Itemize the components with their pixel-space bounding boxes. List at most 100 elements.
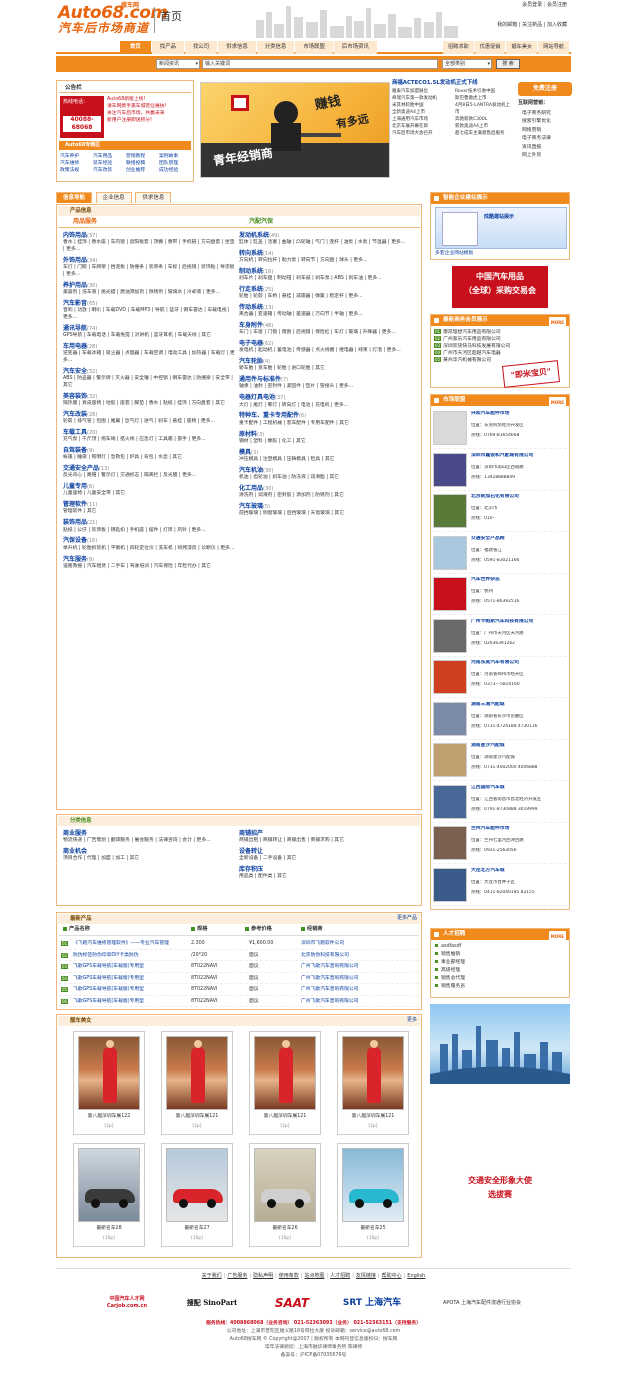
partner-logo[interactable]: 中国汽车人才网 Carjob.com.cn <box>92 1296 162 1310</box>
category-link[interactable]: 汽保设备 <box>63 537 87 544</box>
subcategory-links[interactable]: 物流快递 | 广告策划 | 翻译服务 | 展会服务 | 法律咨询 | 会计 | … <box>63 838 235 845</box>
league-item[interactable]: 湖南三湘汽配城 位置：湖南省长沙市岳麓区 热线：0731-4724188 47301… <box>433 700 567 740</box>
footer-link[interactable]: 友情链接 <box>356 1273 376 1279</box>
news-item[interactable]: 超七成车主满意售后服务 <box>455 131 514 138</box>
partner-logo[interactable]: APOTA 上海汽车配件流通行业协会 <box>422 1300 542 1307</box>
league-name[interactable]: 交通安全产品网 <box>471 536 567 542</box>
category-link[interactable]: 美容装饰 <box>63 393 87 400</box>
gallery-item[interactable]: 第八届深圳车展121 [2p] <box>249 1031 321 1135</box>
subcategory-links[interactable]: 音响 | 功放 | 喇叭 | 车载DVD | 车载MP3 | 导航 | 蓝牙 |… <box>63 308 235 322</box>
subcategory-links[interactable]: 车灯 | 门碗 | 车牌架 | 挡泥板 | 防撞条 | 装饰条 | 车标 | 后… <box>63 265 235 279</box>
footer-link[interactable]: 关于我们 <box>202 1273 222 1279</box>
news-item[interactable]: 4月8日5-LANTRA发动机上市 <box>455 103 514 117</box>
gallery-more-link[interactable]: 更多 <box>407 1017 417 1024</box>
gallery-item[interactable]: 第八届深圳车展121 [2p] <box>337 1031 409 1135</box>
nav-promo[interactable]: 优惠促销 <box>474 41 506 54</box>
category-link[interactable]: 汽车轮胎 <box>239 358 263 365</box>
gallery-caption[interactable]: 第八届深圳车展121 <box>250 1114 320 1120</box>
league-name[interactable]: 兴和汽车配件市场 <box>471 411 567 417</box>
job-item[interactable]: 高级经理 <box>435 967 565 975</box>
category-link[interactable]: 交通安全产品 <box>63 465 99 472</box>
more-badge[interactable]: MORE <box>548 317 566 328</box>
gallery-item[interactable]: 最新名车28 [10p] <box>73 1143 145 1247</box>
nav-news[interactable]: 后市场资讯 <box>333 41 377 54</box>
product-name[interactable]: 飞歌GPS车载导航(车载版)专用型 <box>73 961 144 972</box>
subcategory-links[interactable]: 儿童座椅 | 儿童安全带 | 其它 <box>63 491 235 498</box>
topic-link[interactable]: 联络投稿 <box>126 160 159 167</box>
subcategory-links[interactable]: 道路救援 | 汽车租赁 | 二手车 | 驾驶培训 | 汽车保险 | 年检代办 |… <box>63 564 235 571</box>
subcategory-links[interactable]: 发电机 | 起动机 | 蓄电池 | 传感器 | 点火线圈 | 继电器 | 线束 … <box>239 348 415 355</box>
tab-nav[interactable]: 信息导航 <box>56 192 93 203</box>
city-ad-image[interactable] <box>430 1004 570 1084</box>
footer-link[interactable]: 人才招聘 <box>330 1273 350 1279</box>
league-item[interactable]: 河南东昊汽车有限公司 位置：河南省郑州市经开区 热线：0373---5810160 <box>433 658 567 698</box>
more-badge[interactable]: MORE <box>548 397 566 408</box>
nav-companies[interactable]: 找公司 <box>184 41 218 54</box>
league-name[interactable]: 湖南星沙汽配城 <box>471 743 567 749</box>
search-button[interactable]: 搜 索 <box>496 59 520 69</box>
gallery-item[interactable]: 第八届深圳车展121 [2p] <box>161 1031 233 1135</box>
league-item[interactable]: 兴和汽车配件市场 位置：东莞阿凯经济开发区 热线：0769-81654668 <box>433 409 567 449</box>
purchase-fair-ad[interactable]: 中国汽车用品 （全球）采购交易会 <box>452 266 548 308</box>
favorite-link[interactable]: 加入收藏 <box>547 22 567 28</box>
table-row[interactable]: 04 飞歌GPS车载导航(车载版)专用型 8T022NAVI 面议 广州飞歌汽车音响有限… <box>59 973 419 984</box>
announce-line[interactable]: 请车网携手美车城营业展扶! <box>107 104 191 111</box>
product-dealer[interactable]: 北京防伪科技有限公司 <box>301 950 349 961</box>
subcategory-links[interactable]: 香水 | 挂饰 | 香水座 | 车内镜 | 遮阳板套 | 顶棚 | 香带 | 手… <box>63 240 235 254</box>
table-row[interactable]: 02 防伪标签防伪印章DIY卡类防伪/20*20 面议 北京防伪科技有限公司 <box>59 950 419 961</box>
gallery-item[interactable]: 最新名车27 [10p] <box>161 1143 233 1247</box>
league-name[interactable]: 江西国际汽车城 <box>471 785 567 791</box>
footer-link[interactable]: 广告服务 <box>227 1273 247 1279</box>
category-link[interactable]: 设备转让 <box>239 848 263 855</box>
subcategory-links[interactable]: 冲压模具 | 注塑模具 | 压铸模具 | 检具 | 其它 <box>239 457 415 464</box>
league-name[interactable]: 兰州汽车配件市场 <box>471 826 567 832</box>
category-link[interactable]: 电器灯具电池 <box>239 394 275 401</box>
announce-line[interactable]: Auto68新版上线! <box>107 97 191 104</box>
league-item[interactable]: 北京新加石化有限公司 位置：北京市 热线：010- <box>433 492 567 532</box>
product-dealer[interactable]: 深圳市飞跑软件公司 <box>301 938 344 949</box>
subcategory-links[interactable]: 清洗剂 | 润滑剂 | 密封胶 | 添加剂 | 防锈剂 | 其它 <box>239 493 415 500</box>
subcategory-links[interactable]: 全新设备 | 二手设备 | 其它 <box>239 856 415 863</box>
category-link[interactable]: 商铺招产 <box>239 830 263 837</box>
category-link[interactable]: 商业机会 <box>63 848 87 855</box>
subcategory-links[interactable]: 管理软件 | 其它 <box>63 509 235 516</box>
gallery-item[interactable]: 最新名车25 [10p] <box>337 1143 409 1247</box>
category-link[interactable]: 发动机系统 <box>239 232 269 239</box>
nav-products[interactable]: 找产品 <box>151 41 184 54</box>
category-link[interactable]: 库存积压 <box>239 866 263 873</box>
mail-link[interactable]: 我的邮箱 <box>497 22 517 28</box>
subcategory-links[interactable]: 隔热膜 | 真皮座椅 | 地胶 | 座套 | 脚垫 | 香水 | 贴纸 | 挂饰… <box>63 401 235 408</box>
member-item[interactable]: 01 康昂理想汽车用品有限公司 <box>434 329 568 336</box>
subcategory-links[interactable]: GPS导航 | 车载电话 | 车载免提 | 对讲机 | 蓝牙耳机 | 车载天线 … <box>63 333 235 340</box>
topic-link[interactable]: 装车经验 <box>93 160 126 167</box>
footer-link[interactable]: 使用条款 <box>279 1273 299 1279</box>
gallery-item[interactable]: 最新名车26 [10p] <box>249 1143 321 1247</box>
subcategory-links[interactable]: 轮胎 | 轮毂 | 车桥 | 悬挂 | 减震器 | 弹簧 | 稳定杆 | 更多.… <box>239 294 415 301</box>
announce-line[interactable]: 关注汽车后市场，共赢未来 <box>107 111 191 118</box>
job-item[interactable]: asdfasdf <box>435 943 565 951</box>
subcategory-links[interactable]: 帐篷 | 睡袋 | 照明灯 | 急救包 | 炉具 | 背包 | 水壶 | 其它 <box>63 455 235 462</box>
news-headline[interactable]: 商福ACTECO1.5L发动机正式下线 <box>392 80 514 87</box>
category-link[interactable]: 自驾装备 <box>63 447 87 454</box>
topic-link[interactable]: 营销教程 <box>126 153 159 160</box>
job-item[interactable]: 销售总代理 <box>435 975 565 983</box>
league-name[interactable]: 广州卡帕斯汽车科技有限公司 <box>471 619 567 625</box>
league-item[interactable]: 湖南星沙汽配城 位置：湖南星沙汽配城 热线：0731-4002000 4006888 <box>433 741 567 781</box>
nav-classifieds[interactable]: 分类信息 <box>256 41 295 54</box>
subcategory-links[interactable]: 贴纸 | 公仔 | 装饰板 | 钥匙扣 | 手机座 | 摆件 | 灯饰 | 风铃… <box>63 528 235 535</box>
nav-jobs[interactable]: 招聘求职 <box>442 41 474 54</box>
register-link[interactable]: 会员注册 <box>547 2 567 8</box>
gallery-caption[interactable]: 第八届深圳车展121 <box>338 1114 408 1120</box>
category-link[interactable]: 车身附件 <box>239 322 263 329</box>
partner-logo[interactable]: 搜配 SinoPart <box>177 1298 247 1307</box>
category-link[interactable]: 汽车改装 <box>63 411 87 418</box>
subcategory-links[interactable]: 机油 | 齿轮油 | 刹车油 | 防冻液 | 润滑脂 | 其它 <box>239 475 415 482</box>
product-dealer[interactable]: 广州飞歌汽车音响有限公司 <box>301 996 359 1007</box>
nav-home[interactable]: 首页 <box>120 41 151 54</box>
category-link[interactable]: 通用件与标准件 <box>239 376 281 383</box>
topic-link[interactable]: 汽车维修 <box>60 160 93 167</box>
league-name[interactable]: 河南东昊汽车有限公司 <box>471 660 567 666</box>
category-link[interactable]: 制动系统 <box>239 268 263 275</box>
job-item[interactable]: 销售服务员 <box>435 983 565 991</box>
category-link[interactable]: 通讯导航 <box>63 325 87 332</box>
